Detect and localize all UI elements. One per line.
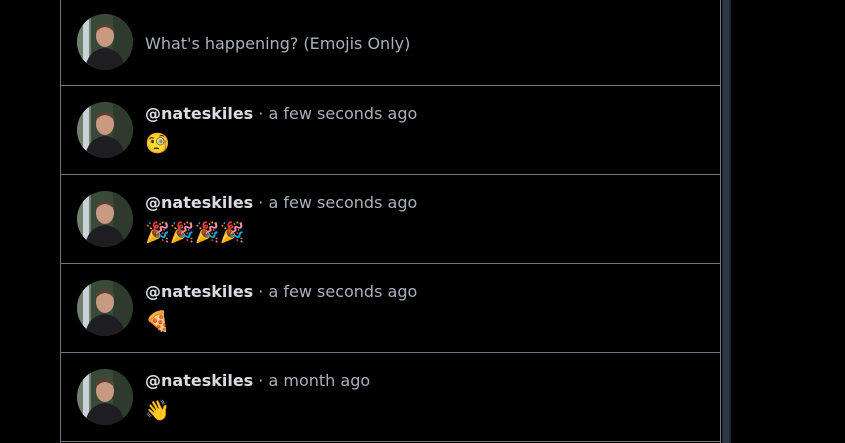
post-item: @nateskiles · a few seconds ago 🍕 [61, 264, 720, 353]
post-timestamp: a month ago [268, 371, 371, 390]
post-content: 🧐 [145, 131, 170, 155]
post-content: 🎉🎉🎉🎉 [145, 220, 245, 244]
post-content: 🍕 [145, 309, 170, 333]
post-timestamp: a few seconds ago [268, 193, 418, 212]
meta-separator: · [258, 371, 264, 390]
post-handle[interactable]: @nateskiles [145, 193, 253, 212]
post-content: 👋 [145, 398, 170, 422]
avatar[interactable] [77, 102, 133, 158]
post-timestamp: a few seconds ago [268, 104, 418, 123]
avatar[interactable] [77, 280, 133, 336]
avatar [77, 14, 133, 70]
scrollbar-thumb[interactable] [723, 0, 729, 443]
avatar[interactable] [77, 191, 133, 247]
post-meta: @nateskiles · a month ago [145, 371, 370, 391]
meta-separator: · [258, 104, 264, 123]
feed: @nateskiles · a few seconds ago 🧐 @nates… [60, 0, 721, 443]
post-item: @nateskiles · a month ago 👋 [61, 353, 720, 442]
avatar[interactable] [77, 369, 133, 425]
post-item: @nateskiles · a few seconds ago 🎉🎉🎉🎉 [61, 175, 720, 264]
post-meta: @nateskiles · a few seconds ago [145, 193, 417, 213]
meta-separator: · [258, 193, 264, 212]
meta-separator: · [258, 282, 264, 301]
post-item: @nateskiles · a few seconds ago 🧐 [61, 86, 720, 175]
post-timestamp: a few seconds ago [268, 282, 418, 301]
compose-input[interactable] [145, 30, 705, 56]
scrollbar[interactable] [722, 0, 731, 443]
compose-box [61, 0, 720, 86]
post-handle[interactable]: @nateskiles [145, 282, 253, 301]
post-handle[interactable]: @nateskiles [145, 371, 253, 390]
post-meta: @nateskiles · a few seconds ago [145, 104, 417, 124]
post-handle[interactable]: @nateskiles [145, 104, 253, 123]
post-meta: @nateskiles · a few seconds ago [145, 282, 417, 302]
